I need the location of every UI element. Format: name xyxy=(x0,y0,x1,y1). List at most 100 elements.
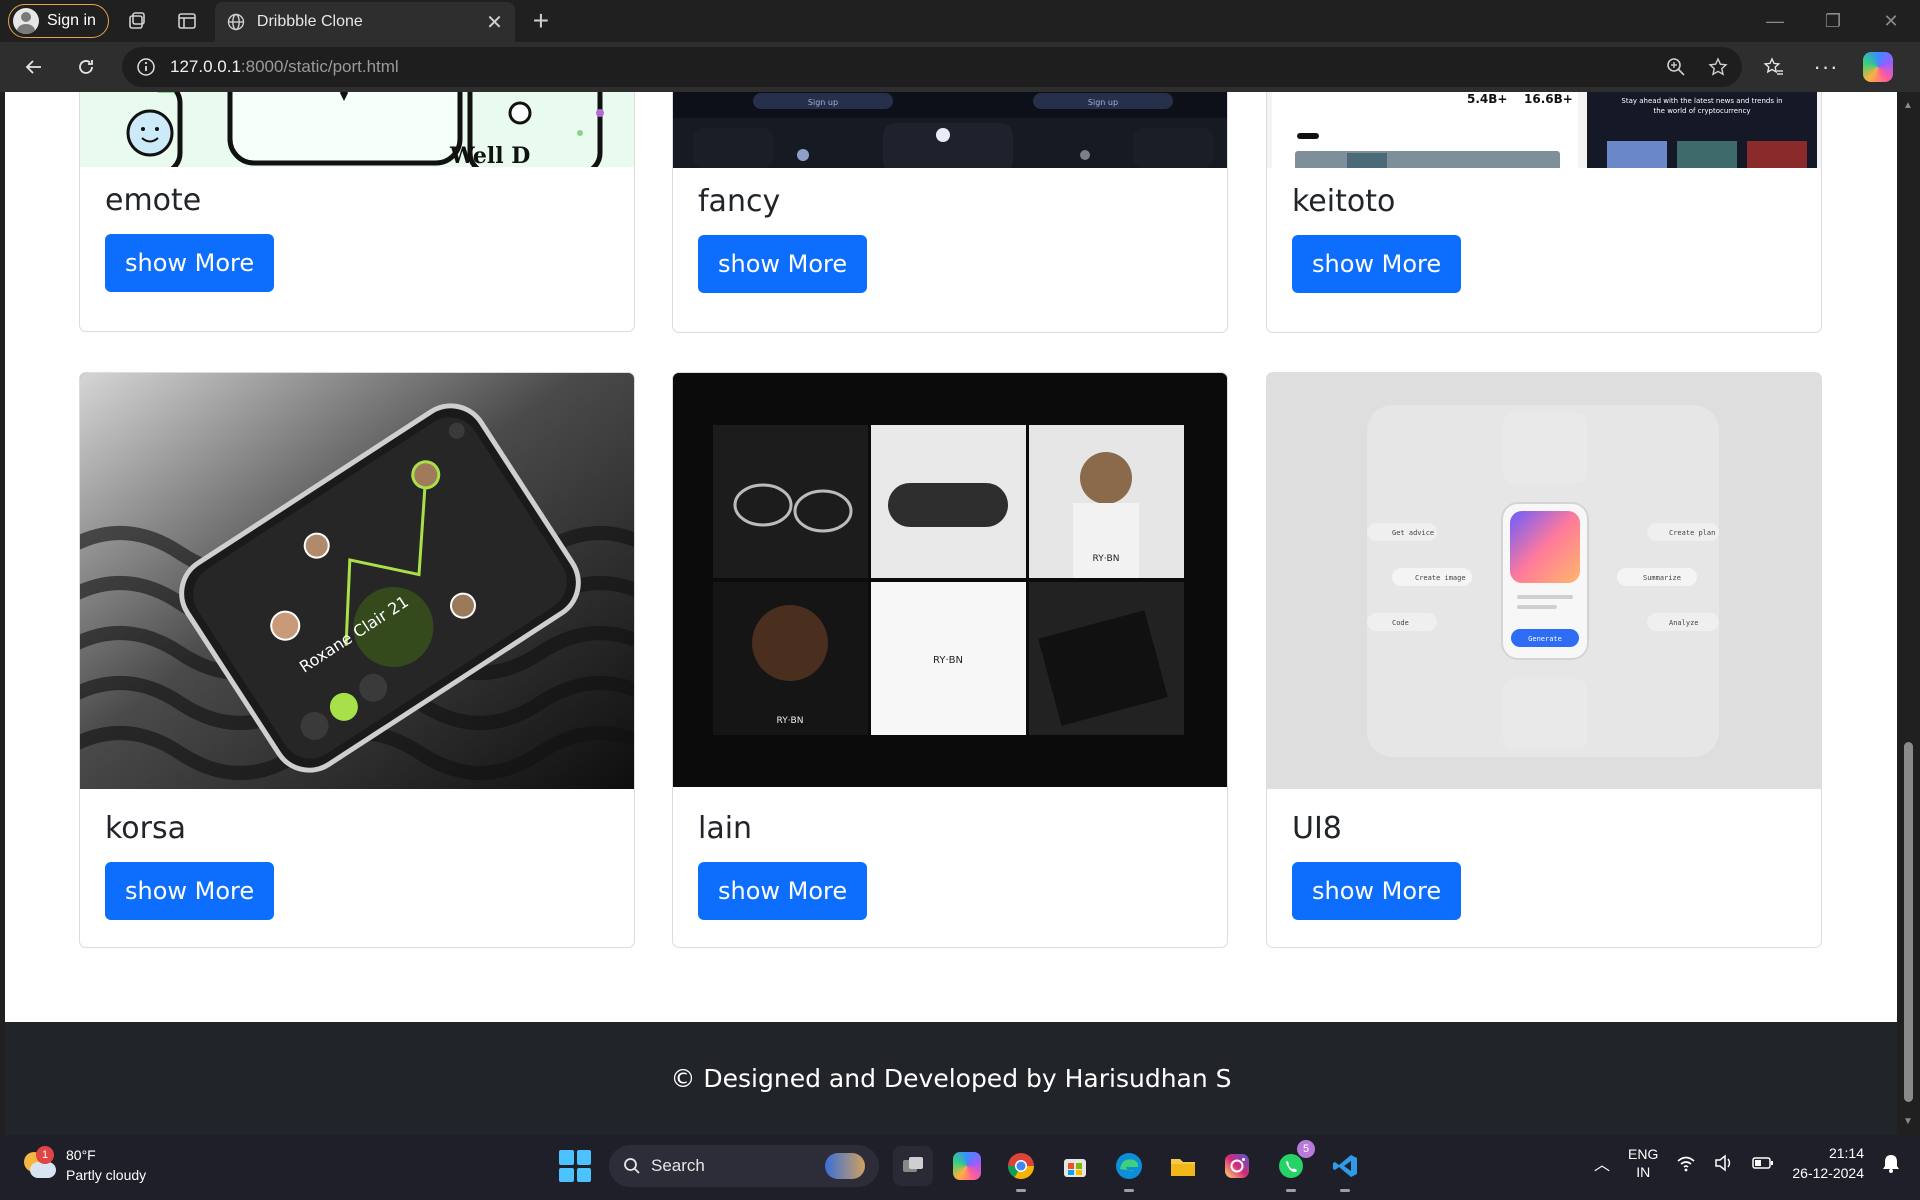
fancy-thumbnail: Sign up Sign up xyxy=(673,92,1227,168)
fancy-signup-text-2: Sign up xyxy=(1088,98,1118,107)
lain-brand-3: RY·BN xyxy=(933,655,963,666)
ui8-item-4: Summarize xyxy=(1643,574,1681,582)
clock-date: 26-12-2024 xyxy=(1792,1165,1864,1181)
task-view-icon[interactable] xyxy=(893,1146,933,1186)
svg-text:the world of cryptocurrency: the world of cryptocurrency xyxy=(1653,107,1750,115)
show-more-button[interactable]: show More xyxy=(1292,862,1462,920)
new-tab-button[interactable]: + xyxy=(521,4,561,38)
url-host: 127.0.0.1 xyxy=(170,57,241,76)
weather-widget[interactable]: 1 80°F Partly cloudy xyxy=(22,1145,146,1185)
site-info-icon[interactable] xyxy=(136,57,156,77)
page-scrollbar[interactable]: ▲ ▼ xyxy=(1897,92,1920,1135)
copilot-button[interactable] xyxy=(1856,47,1900,87)
workspaces-icon[interactable] xyxy=(115,4,159,38)
ui8-item-2: Code xyxy=(1392,619,1409,627)
ui8-item-1: Create image xyxy=(1415,574,1466,582)
globe-icon xyxy=(227,13,245,31)
store-icon[interactable] xyxy=(1055,1146,1095,1186)
search-label: Search xyxy=(651,1156,705,1175)
more-options-icon[interactable]: ··· xyxy=(1804,47,1848,87)
tab-dribbble-clone[interactable]: Dribbble Clone ✕ xyxy=(214,2,515,42)
lang-line-2: IN xyxy=(1636,1164,1651,1180)
copilot-app-icon[interactable] xyxy=(947,1146,987,1186)
maximize-button[interactable]: ❐ xyxy=(1804,0,1862,42)
file-explorer-icon[interactable] xyxy=(1163,1146,1203,1186)
project-card-ui8: Generate Get advice Create image Code Cr… xyxy=(1266,372,1822,948)
show-more-button[interactable]: show More xyxy=(698,235,868,293)
footer-text: © Designed and Developed by Harisudhan S xyxy=(670,1064,1232,1093)
start-button[interactable] xyxy=(555,1146,595,1186)
show-more-button[interactable]: show More xyxy=(698,862,868,920)
minimize-button[interactable]: — xyxy=(1746,0,1804,42)
sign-in-button[interactable]: Sign in xyxy=(8,4,109,38)
battery-icon[interactable] xyxy=(1752,1156,1774,1170)
lain-brand-2: RY·BN xyxy=(777,716,804,726)
volume-icon[interactable] xyxy=(1714,1154,1734,1172)
project-card-emote: Well D emote show More xyxy=(79,92,635,332)
show-hidden-icons-icon[interactable]: ︿ xyxy=(1594,1151,1610,1175)
zoom-icon[interactable] xyxy=(1666,57,1686,77)
korsa-thumbnail: Roxane Clair 21 xyxy=(80,373,634,789)
page-viewport: Well D emote show More Sign up Sign up f… xyxy=(5,92,1897,1135)
fancy-signup-text: Sign up xyxy=(808,98,838,107)
ui8-thumbnail: Generate Get advice Create image Code Cr… xyxy=(1267,373,1821,789)
notification-bell-icon[interactable] xyxy=(1882,1153,1900,1173)
card-title: korsa xyxy=(105,811,187,846)
back-button[interactable] xyxy=(8,47,60,87)
vertical-tabs-icon[interactable] xyxy=(165,4,209,38)
title-bar: Sign in Dribbble Clone ✕ + — ❐ ✕ xyxy=(0,0,1920,42)
taskbar: 1 80°F Partly cloudy Search 5 ︿ ENG IN 2… xyxy=(0,1135,1920,1200)
weather-badge: 1 xyxy=(36,1146,54,1164)
favorite-star-icon[interactable] xyxy=(1708,57,1728,77)
url-path: :8000/static/port.html xyxy=(240,57,399,76)
scroll-up-icon[interactable]: ▲ xyxy=(1903,100,1913,111)
emote-thumbnail: Well D xyxy=(80,92,634,167)
card-title: fancy xyxy=(698,184,781,219)
copilot-icon xyxy=(1863,52,1893,82)
lain-brand-1: RY·BN xyxy=(1093,554,1120,564)
scroll-down-icon[interactable]: ▼ xyxy=(1903,1116,1913,1127)
show-more-button[interactable]: show More xyxy=(105,862,275,920)
lang-line-1: ENG xyxy=(1628,1146,1659,1162)
instagram-icon[interactable] xyxy=(1217,1146,1257,1186)
project-card-lain: RY·BN RY·BN RY·BN lain show More xyxy=(672,372,1228,948)
svg-text:Stay ahead with the latest new: Stay ahead with the latest news and tren… xyxy=(1621,97,1782,105)
whatsapp-icon[interactable]: 5 xyxy=(1271,1140,1315,1192)
ui8-item-3: Create plan xyxy=(1669,529,1715,537)
close-window-button[interactable]: ✕ xyxy=(1862,0,1920,42)
favorites-icon[interactable] xyxy=(1752,47,1796,87)
chrome-icon[interactable] xyxy=(1001,1146,1041,1192)
close-tab-icon[interactable]: ✕ xyxy=(486,10,503,35)
card-title: emote xyxy=(105,183,202,218)
show-more-button[interactable]: show More xyxy=(105,234,275,292)
system-clock[interactable]: 21:14 26-12-2024 xyxy=(1792,1143,1864,1183)
lain-thumbnail: RY·BN RY·BN RY·BN xyxy=(673,373,1227,787)
partly-cloudy-icon: 1 xyxy=(22,1146,56,1180)
address-bar[interactable]: 127.0.0.1:8000/static/port.html xyxy=(122,47,1742,87)
search-icon xyxy=(624,1158,640,1174)
project-card-fancy: Sign up Sign up fancy show More xyxy=(672,92,1228,333)
scrollbar-thumb[interactable] xyxy=(1904,742,1913,1102)
edge-icon[interactable] xyxy=(1109,1146,1149,1192)
navigation-bar: 127.0.0.1:8000/static/port.html ··· xyxy=(0,42,1920,92)
page-footer: © Designed and Developed by Harisudhan S xyxy=(5,1022,1897,1135)
clock-time: 21:14 xyxy=(1828,1145,1864,1161)
card-title: lain xyxy=(698,811,753,846)
sign-in-label: Sign in xyxy=(47,12,96,29)
tab-title: Dribbble Clone xyxy=(256,13,363,30)
language-indicator[interactable]: ENG IN xyxy=(1628,1145,1658,1181)
ui8-item-0: Get advice xyxy=(1392,529,1434,537)
ui8-generate-text: Generate xyxy=(1528,635,1562,643)
keitoto-stat-2: 16.6B+ xyxy=(1524,92,1573,106)
show-more-button[interactable]: show More xyxy=(1292,235,1462,293)
ui8-item-5: Analyze xyxy=(1669,619,1699,627)
windows-logo-icon xyxy=(559,1150,591,1182)
refresh-button[interactable] xyxy=(60,47,112,87)
project-card-korsa: Roxane Clair 21 korsa show More xyxy=(79,372,635,948)
vscode-icon[interactable] xyxy=(1325,1146,1365,1192)
taskbar-search[interactable]: Search xyxy=(609,1145,879,1187)
project-card-keitoto: of digital assets. 5.4B+ 16.6B+ Stay ahe… xyxy=(1266,92,1822,333)
search-highlight-icon xyxy=(825,1153,865,1179)
weather-temp: 80°F xyxy=(66,1147,96,1163)
wifi-icon[interactable] xyxy=(1676,1154,1696,1172)
